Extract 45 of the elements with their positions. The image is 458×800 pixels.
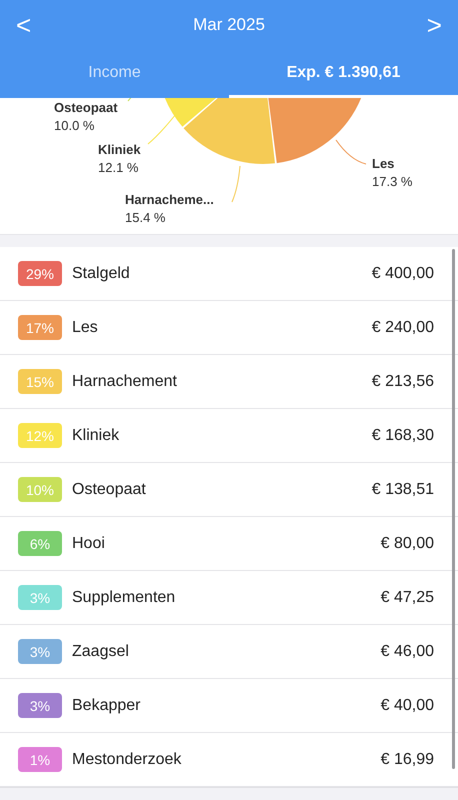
percent-badge: 29%	[18, 261, 62, 286]
slice-percent: 10.0 %	[54, 118, 96, 133]
category-amount: € 400,00	[372, 264, 434, 283]
slice-percent: 17.3 %	[372, 174, 412, 189]
slice-label: Kliniek	[98, 142, 141, 157]
category-name: Bekapper	[72, 696, 142, 715]
percent-badge: 15%	[18, 369, 62, 394]
category-row[interactable]: 6% Hooi € 80,00	[0, 517, 458, 572]
category-amount: € 16,99	[380, 750, 434, 769]
category-name: Hooi	[72, 534, 106, 553]
category-name: Zaagsel	[72, 642, 130, 661]
percent-badge: 6%	[18, 531, 62, 556]
category-name: Harnachement	[72, 372, 178, 391]
slice-percent: 15.4 %	[125, 210, 166, 225]
category-amount: € 240,00	[372, 318, 434, 337]
category-row[interactable]: 3% Bekapper € 40,00	[0, 679, 458, 734]
category-name: Mestonderzoek	[72, 750, 182, 769]
category-amount: € 168,30	[372, 426, 434, 445]
slice-label: Les	[372, 156, 396, 171]
slice-percent: 12.1 %	[98, 160, 140, 175]
category-amount: € 138,51	[372, 480, 434, 499]
percent-badge: 3%	[18, 585, 62, 610]
percent-badge: 12%	[18, 423, 62, 448]
scrollbar[interactable]	[452, 249, 455, 770]
category-name: Stalgeld	[72, 264, 131, 283]
category-name: Supplementen	[72, 588, 176, 607]
month-title: Mar 2025	[193, 15, 265, 35]
percent-badge: 3%	[18, 639, 62, 664]
category-row[interactable]: 29% Stalgeld € 400,00	[0, 247, 458, 302]
slice-label: Harnacheme...	[125, 192, 214, 207]
category-name: Les	[72, 318, 99, 337]
percent-badge: 10%	[18, 477, 62, 502]
percent-badge: 3%	[18, 693, 62, 718]
category-amount: € 80,00	[380, 534, 434, 553]
category-name: Osteopaat	[72, 480, 147, 499]
category-amount: € 213,56	[372, 372, 434, 391]
category-row[interactable]: 3% Supplementen € 47,25	[0, 571, 458, 626]
percent-badge: 17%	[18, 315, 62, 340]
category-amount: € 40,00	[380, 696, 434, 715]
category-row[interactable]: 3% Zaagsel € 46,00	[0, 625, 458, 680]
percent-badge: 1%	[18, 747, 62, 772]
category-amount: € 46,00	[380, 642, 434, 661]
slice-label: Osteopaat	[54, 100, 118, 115]
category-name: Kliniek	[72, 426, 120, 445]
category-amount: € 47,25	[380, 588, 434, 607]
